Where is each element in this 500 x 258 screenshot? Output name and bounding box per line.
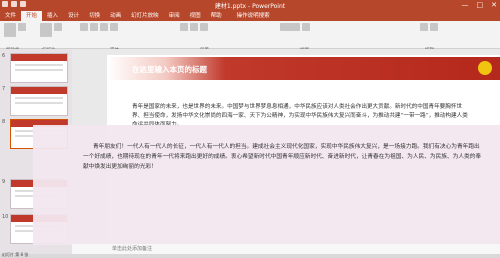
tab-slideshow[interactable]: 幻灯片放映	[126, 11, 164, 21]
tell-me-search[interactable]: 操作说明搜索	[227, 11, 270, 21]
thumbnail-number: 10	[2, 214, 9, 220]
bold-icon[interactable]	[80, 23, 88, 31]
status-text: 幻灯片 第 8 张	[2, 252, 29, 257]
thumbnail-number: 9	[2, 179, 6, 185]
notes-placeholder[interactable]: 单击此处添加备注	[72, 246, 152, 252]
find-icon[interactable]	[420, 23, 428, 31]
thumbnail-number: 6	[2, 53, 6, 59]
slide-title[interactable]: 在这里输入本页的标题	[132, 64, 207, 75]
slide-thumbnail[interactable]	[10, 53, 68, 83]
tab-insert[interactable]: 插入	[42, 11, 63, 21]
window-title: 建材1.pptx - PowerPoint	[214, 3, 286, 10]
overlay-paragraph[interactable]: 青年朋友们！一代人有一代人的长征，一代人有一代人的担当。建成社会主义现代化国家，…	[83, 143, 483, 172]
ribbon: 剪贴板 幻灯片 字体 段落 绘图 编辑	[0, 21, 500, 53]
maximize-button[interactable]: □	[477, 1, 484, 9]
tab-home[interactable]: 开始	[21, 11, 43, 21]
underline-icon[interactable]	[100, 23, 108, 31]
close-button[interactable]: ✕	[491, 1, 497, 9]
notes-pane[interactable]: 单击此处添加备注	[72, 244, 500, 254]
thumbnail-number: 7	[2, 86, 6, 92]
bullets-icon[interactable]	[180, 23, 188, 31]
slide-title-banner: 在这里输入本页的标题	[107, 57, 500, 80]
italic-icon[interactable]	[90, 23, 98, 31]
align-icon[interactable]	[200, 23, 208, 31]
emblem-icon	[478, 61, 492, 75]
ribbon-tabs: 文件 开始 插入 设计 切换 动画 幻灯片放映 审阅 视图 帮助 操作说明搜索	[0, 11, 500, 21]
slide-thumbnail[interactable]	[10, 86, 68, 116]
tab-view[interactable]: 视图	[185, 11, 206, 21]
tab-help[interactable]: 帮助	[206, 11, 227, 21]
status-bar: 幻灯片 第 8 张	[0, 252, 500, 258]
tab-transitions[interactable]: 切换	[84, 11, 105, 21]
shapes-icon[interactable]	[280, 23, 300, 31]
replace-icon[interactable]	[430, 23, 438, 31]
paste-icon[interactable]	[4, 23, 16, 37]
cut-icon[interactable]	[18, 23, 26, 31]
tab-review[interactable]: 审阅	[164, 11, 185, 21]
tab-design[interactable]: 设计	[63, 11, 84, 21]
tab-file[interactable]: 文件	[0, 11, 21, 21]
minimize-button[interactable]: —	[462, 1, 469, 9]
new-slide-icon[interactable]	[40, 23, 52, 37]
title-bar: 建材1.pptx - PowerPoint — □ ✕	[0, 0, 500, 11]
numbering-icon[interactable]	[190, 23, 198, 31]
tab-animations[interactable]: 动画	[105, 11, 126, 21]
thumbnail-number: 8	[2, 119, 6, 125]
text-overlay-box[interactable]: 青年朋友们！一代人有一代人的长征，一代人有一代人的担当。建成社会主义现代化国家，…	[33, 125, 500, 245]
font-color-icon[interactable]	[110, 23, 118, 31]
arrange-icon[interactable]	[302, 23, 310, 31]
layout-icon[interactable]	[54, 23, 62, 31]
